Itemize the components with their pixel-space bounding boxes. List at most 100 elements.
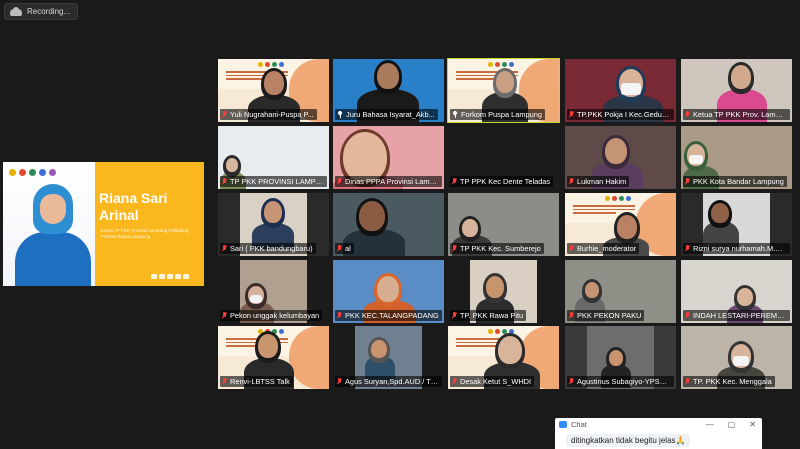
participant-tile[interactable]: PKK Kota Bandar Lampung (681, 126, 792, 189)
participant-name-label: Ketua TP PKK Prov. Lampung -... (683, 109, 790, 120)
participant-name: TP PKK Kec. Sumberejo (460, 244, 541, 253)
participant-name-label: TP. PKK Rawa Pitu (450, 310, 527, 321)
mic-muted-icon (222, 178, 227, 185)
participant-name-label: Desak Ketut S_WHDI (450, 376, 535, 387)
spotlight-video[interactable]: Riana Sari Arinal Ketua TP PKK Provinsi … (3, 162, 204, 286)
mic-muted-icon (685, 178, 690, 185)
participant-name-label: Burhie_moderator (567, 243, 640, 254)
participant-tile[interactable]: Forkom Puspa Lampung (447, 58, 560, 123)
participant-tile[interactable]: Rizni surya nurhamah.M.Ke... (681, 193, 792, 256)
mic-muted-icon (337, 245, 342, 252)
participant-name-label: Lukman Hakim (567, 176, 630, 187)
participant-name: Ketua TP PKK Prov. Lampung -... (693, 110, 787, 119)
participant-tile[interactable]: TP PPK Kec Dente Teladas (448, 126, 559, 189)
participant-name: TP PKK PROVINSI LAMPUN... (230, 177, 324, 186)
participant-name: Agus Suryan,Spd.AUD / TK... (345, 377, 439, 386)
participant-name: Desak Ketut S_WHDI (460, 377, 532, 386)
participant-name: Pekon unggak kelumbayan (230, 311, 320, 320)
participant-tile[interactable]: TP.PKK Pokja I Kec.Gedung... (565, 59, 676, 122)
spotlight-photo-panel (3, 162, 95, 286)
participant-tile[interactable]: TP PKK Kec. Sumberejo (448, 193, 559, 256)
mic-muted-icon (337, 178, 342, 185)
mic-muted-icon (452, 178, 457, 185)
spotlight-logos (9, 169, 56, 176)
chat-panel[interactable]: Chat — ▢ ✕ ditingkatkan tidak begitu jel… (555, 418, 762, 449)
participant-tile[interactable]: Ketua TP PKK Prov. Lampung -... (681, 59, 792, 122)
participant-name: Juru Bahasa Isyarat_Akb... (346, 110, 435, 119)
spotlight-portrait (11, 184, 91, 286)
participant-tile[interactable]: TP. PKK Rawa Pitu (448, 260, 559, 323)
participant-name-label: Sari ( PKK bandungbaru) (220, 243, 316, 254)
participant-tile[interactable]: Juru Bahasa Isyarat_Akb... (333, 59, 444, 122)
participant-name-label: TP. PKK Kec. Menggala (683, 376, 775, 387)
participant-name: TP.PKK Pokja I Kec.Gedung... (577, 110, 671, 119)
minimize-icon[interactable]: — (706, 420, 714, 429)
participant-name: Rizni surya nurhamah.M.Ke... (693, 244, 787, 253)
mic-muted-icon (222, 378, 227, 385)
participant-tile[interactable]: INDAH LESTARI-PEREMPUA... (681, 260, 792, 323)
participant-name: Dinas PPPA Provinsi Lampu... (345, 177, 439, 186)
mic-muted-icon (337, 378, 342, 385)
participant-tile[interactable]: Dinas PPPA Provinsi Lampu... (333, 126, 444, 189)
participant-name-label: Yuli Nugrahani-Puspa P... (220, 109, 317, 120)
participant-name-label: Forkom Puspa Lampung (450, 109, 545, 120)
mic-muted-icon (222, 312, 227, 319)
participant-tile[interactable]: Agustinus Subagiyo-YPSK-... (565, 326, 676, 389)
participant-name: Forkom Puspa Lampung (461, 110, 542, 119)
participant-name-label: PKK PEKON PAKU (567, 310, 645, 321)
participant-name-label: Renvi-LBTSS Talk (220, 376, 293, 387)
mic-muted-icon (452, 245, 457, 252)
mic-muted-icon (569, 111, 574, 118)
participant-tile[interactable]: Burhie_moderator (565, 193, 676, 256)
mic-muted-icon (569, 312, 574, 319)
participant-name: Burhie_moderator (577, 244, 637, 253)
participant-name: Renvi-LBTSS Talk (230, 377, 290, 386)
participant-name: PKK KEC.TALANGPADANG (345, 311, 439, 320)
mic-muted-icon (685, 378, 690, 385)
chat-header[interactable]: Chat — ▢ ✕ (555, 418, 762, 431)
participant-name-label: TP PKK PROVINSI LAMPUN... (220, 176, 327, 187)
mic-muted-icon (685, 245, 690, 252)
participant-tile[interactable]: Desak Ketut S_WHDI (448, 326, 559, 389)
participant-tile[interactable]: Renvi-LBTSS Talk (218, 326, 329, 389)
participant-tile[interactable]: PKK KEC.TALANGPADANG (333, 260, 444, 323)
pin-icon (452, 111, 458, 118)
chat-message: ditingkatkan tidak begitu jelas🙏 (566, 434, 691, 447)
spotlight-footer-logos (151, 274, 189, 279)
participant-tile[interactable]: TP. PKK Kec. Menggala (681, 326, 792, 389)
participant-name-label: Agus Suryan,Spd.AUD / TK... (335, 376, 442, 387)
participant-tile[interactable]: TP PKK PROVINSI LAMPUN... (218, 126, 329, 189)
participant-tile[interactable]: Pekon unggak kelumbayan (218, 260, 329, 323)
mic-muted-icon (452, 378, 457, 385)
participant-name: Sari ( PKK bandungbaru) (230, 244, 313, 253)
participant-tile[interactable]: Yuli Nugrahani-Puspa P... (218, 59, 329, 122)
participant-name-label: Juru Bahasa Isyarat_Akb... (335, 109, 438, 120)
mic-muted-icon (569, 178, 574, 185)
mic-muted-icon (452, 312, 457, 319)
participant-name-label: INDAH LESTARI-PEREMPUA... (683, 310, 790, 321)
recording-indicator[interactable]: Recording... (4, 3, 78, 20)
participant-tile[interactable]: Lukman Hakim (565, 126, 676, 189)
chat-bubble-icon (559, 421, 567, 428)
participant-tile[interactable]: Sari ( PKK bandungbaru) (218, 193, 329, 256)
cloud-record-icon (10, 7, 22, 16)
participant-name: Lukman Hakim (577, 177, 627, 186)
participant-name-label: Rizni surya nurhamah.M.Ke... (683, 243, 790, 254)
participant-name-label: Dinas PPPA Provinsi Lampu... (335, 176, 442, 187)
participant-name-label: Agustinus Subagiyo-YPSK-... (567, 376, 674, 387)
mic-muted-icon (337, 312, 342, 319)
participant-tile[interactable]: al (333, 193, 444, 256)
participant-tile[interactable]: Agus Suryan,Spd.AUD / TK... (333, 326, 444, 389)
participant-name: PKK Kota Bandar Lampung (693, 177, 784, 186)
pin-icon (337, 111, 343, 118)
participant-name-label: PKK KEC.TALANGPADANG (335, 310, 442, 321)
participant-name-label: TP PKK Kec. Sumberejo (450, 243, 544, 254)
maximize-icon[interactable]: ▢ (728, 420, 736, 429)
participant-name-label: TP.PKK Pokja I Kec.Gedung... (567, 109, 674, 120)
mic-muted-icon (569, 378, 574, 385)
participant-tile[interactable]: PKK PEKON PAKU (565, 260, 676, 323)
mic-muted-icon (685, 111, 690, 118)
participant-name-label: PKK Kota Bandar Lampung (683, 176, 787, 187)
participant-name: PKK PEKON PAKU (577, 311, 642, 320)
close-icon[interactable]: ✕ (749, 420, 756, 429)
